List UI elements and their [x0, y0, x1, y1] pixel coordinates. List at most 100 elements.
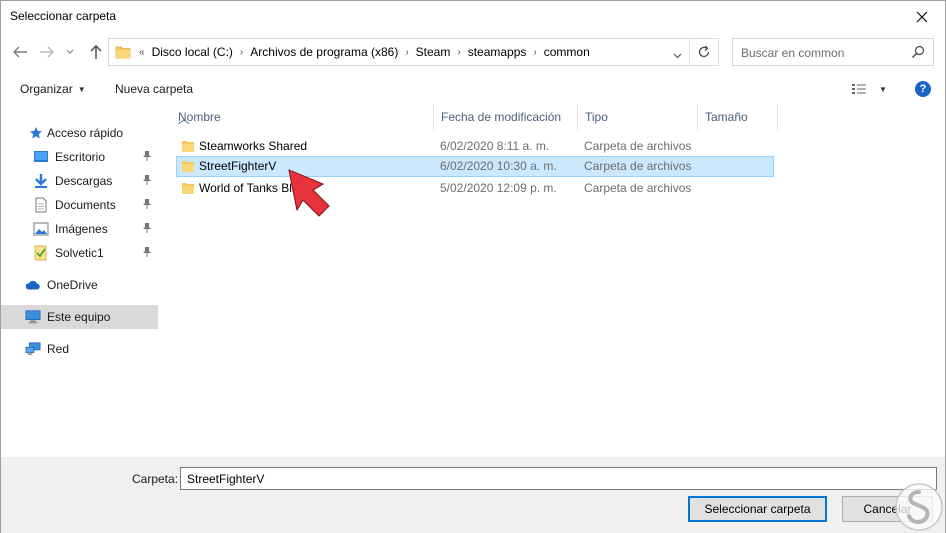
chevron-right-icon: › [405, 46, 409, 58]
navigation-row: « Disco local (C:) › Archivos de program… [1, 37, 945, 67]
file-name: StreetFighterV [199, 159, 277, 173]
select-folder-button[interactable]: Seleccionar carpeta [688, 496, 827, 522]
breadcrumb-local-disk[interactable]: Disco local (C:) [149, 45, 236, 59]
chevron-right-icon: › [239, 46, 244, 58]
folder-label: Carpeta: [132, 472, 179, 486]
bottom-panel: Carpeta: Seleccionar carpeta Cancelar [1, 457, 945, 533]
folder-icon [115, 44, 131, 60]
nav-item-label: Descargas [55, 174, 113, 188]
folder-picker-dialog: Seleccionar carpeta « Disco local (C:) ›… [0, 0, 946, 533]
new-folder-button[interactable]: Nueva carpeta [115, 82, 193, 96]
file-name: Steamworks Shared [199, 139, 308, 153]
close-button[interactable] [899, 1, 945, 32]
breadcrumb-steamapps[interactable]: steamapps [465, 45, 530, 59]
column-header-label: Tamaño [705, 110, 748, 124]
breadcrumb: « Disco local (C:) › Archivos de program… [109, 39, 593, 65]
caret-down-icon: ▼ [77, 85, 86, 94]
search-placeholder: Buscar en common [741, 46, 845, 60]
pin-icon [142, 198, 152, 213]
computer-icon [25, 309, 41, 325]
chevron-down-icon [673, 53, 682, 59]
nav-onedrive-label: OneDrive [47, 278, 98, 292]
column-header-label: Tipo [585, 110, 608, 124]
window-title: Seleccionar carpeta [10, 9, 117, 23]
column-header-label: Fecha de modificación [441, 110, 562, 124]
address-bar[interactable]: « Disco local (C:) › Archivos de program… [108, 38, 719, 66]
document-icon [33, 197, 49, 213]
nav-item-documents[interactable]: Documents [1, 193, 158, 217]
folder-icon [181, 181, 195, 198]
up-button[interactable] [85, 41, 107, 63]
nav-this-pc-label: Este equipo [47, 310, 111, 324]
file-type: Carpeta de archivos [584, 139, 692, 153]
desktop-icon [33, 149, 49, 165]
close-icon [916, 11, 928, 22]
refresh-button[interactable] [689, 39, 718, 65]
search-input[interactable]: Buscar en common [732, 38, 934, 66]
breadcrumb-common[interactable]: common [541, 45, 593, 59]
nav-this-pc[interactable]: Este equipo [1, 305, 158, 329]
file-date: 6/02/2020 8:11 a. m. [440, 139, 550, 153]
network-icon [25, 341, 41, 357]
pin-icon [142, 222, 152, 237]
nav-item-label: Solvetic1 [55, 246, 104, 260]
back-arrow-icon [13, 46, 27, 58]
column-header-date[interactable]: Fecha de modificación [434, 104, 578, 130]
cloud-icon [25, 277, 41, 293]
back-button[interactable] [9, 41, 31, 63]
star-icon [28, 125, 44, 141]
folder-icon [181, 159, 195, 176]
nav-network[interactable]: Red [1, 337, 158, 361]
breadcrumb-overflow[interactable]: « [135, 47, 149, 58]
search-icon[interactable] [911, 45, 925, 62]
folder-icon [181, 139, 195, 156]
table-row[interactable]: Steamworks Shared 6/02/2020 8:11 a. m. C… [176, 136, 774, 157]
refresh-icon [698, 45, 710, 58]
title-bar: Seleccionar carpeta [1, 1, 945, 32]
nav-onedrive[interactable]: OneDrive [1, 273, 158, 297]
nav-item-label: Escritorio [55, 150, 106, 164]
nav-item-solvetic1[interactable]: Solvetic1 [1, 241, 158, 265]
folder-name-input[interactable] [180, 467, 937, 490]
file-date: 6/02/2020 10:30 a. m. [440, 159, 557, 173]
solvetic-logo-icon [895, 483, 943, 531]
column-header-name[interactable]: ︿ Nombre [171, 104, 434, 130]
up-arrow-icon [90, 45, 102, 59]
column-header-label: Nombre [178, 110, 221, 124]
annotation-arrow-icon [288, 169, 330, 217]
nav-item-downloads[interactable]: Descargas [1, 169, 158, 193]
command-bar: Organizar ▼ Nueva carpeta ▼ ? [1, 77, 945, 103]
column-header-type[interactable]: Tipo [578, 104, 698, 130]
address-dropdown-button[interactable] [673, 48, 682, 62]
chevron-down-icon [66, 49, 74, 54]
file-type: Carpeta de archivos [584, 159, 692, 173]
chevron-right-icon: › [457, 46, 461, 58]
folder-icon [33, 245, 49, 261]
nav-item-desktop[interactable]: Escritorio [1, 145, 158, 169]
table-row[interactable]: StreetFighterV 6/02/2020 10:30 a. m. Car… [176, 156, 774, 177]
help-button[interactable]: ? [915, 81, 931, 97]
pin-icon [142, 174, 152, 189]
breadcrumb-steam[interactable]: Steam [413, 45, 454, 59]
pin-icon [142, 246, 152, 261]
forward-button[interactable] [36, 41, 58, 63]
view-options-button[interactable]: ▼ [851, 82, 887, 96]
table-row[interactable]: World of Tanks Blitz 5/02/2020 12:09 p. … [176, 178, 774, 199]
recent-locations-button[interactable] [63, 41, 77, 63]
chevron-right-icon: › [533, 46, 537, 58]
nav-quick-access-label: Acceso rápido [47, 126, 124, 140]
organize-menu-button[interactable]: Organizar ▼ [20, 82, 86, 96]
file-list: ︿ Nombre Fecha de modificación Tipo Tama… [171, 104, 945, 457]
nav-quick-access[interactable]: Acceso rápido [1, 121, 158, 145]
nav-item-pictures[interactable]: Imágenes [1, 217, 158, 241]
organize-label: Organizar [20, 82, 73, 96]
pin-icon [142, 150, 152, 165]
forward-arrow-icon [40, 46, 54, 58]
breadcrumb-program-files[interactable]: Archivos de programa (x86) [247, 45, 401, 59]
download-icon [33, 173, 49, 189]
nav-item-label: Documents [55, 198, 116, 212]
nav-item-label: Imágenes [55, 222, 108, 236]
column-header-size[interactable]: Tamaño [698, 104, 778, 130]
file-date: 5/02/2020 12:09 p. m. [440, 181, 557, 195]
file-type: Carpeta de archivos [584, 181, 692, 195]
